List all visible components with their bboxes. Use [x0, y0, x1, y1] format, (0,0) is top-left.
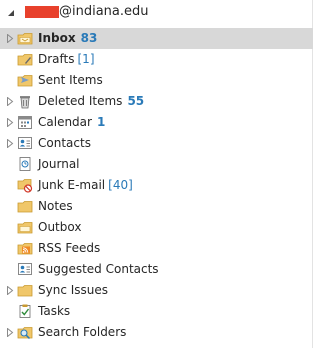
- calendar-icon: [18, 116, 32, 129]
- folder-label: Calendar 1: [38, 115, 106, 129]
- folder-contacts[interactable]: Contacts: [0, 133, 313, 154]
- expand-arrow-icon[interactable]: [6, 328, 14, 337]
- folder-tasks[interactable]: Tasks: [0, 301, 313, 322]
- account-header[interactable]: @indiana.edu: [0, 0, 313, 24]
- drafts-folder-icon: [17, 54, 33, 66]
- folder-label: Suggested Contacts: [38, 262, 159, 276]
- tasks-icon: [19, 304, 31, 318]
- expand-arrow-icon[interactable]: [6, 139, 14, 148]
- folder-label: Junk E-mail [40]: [38, 178, 133, 192]
- folder-suggested-contacts[interactable]: Suggested Contacts: [0, 259, 313, 280]
- inbox-folder-icon: [17, 33, 33, 45]
- folder-inbox[interactable]: Inbox 83: [0, 28, 313, 49]
- folder-search-folders[interactable]: Search Folders: [0, 322, 313, 343]
- junk-email-icon: [17, 179, 33, 193]
- folder-label: Outbox: [38, 220, 82, 234]
- folder-label: Tasks: [38, 304, 71, 318]
- unread-count: 83: [80, 31, 98, 45]
- redacted-username: [25, 6, 59, 18]
- expand-arrow-icon[interactable]: [6, 118, 14, 127]
- folder-label: Deleted Items 55: [38, 94, 145, 108]
- collapse-caret-icon[interactable]: [7, 9, 15, 17]
- folder-label: Search Folders: [38, 325, 127, 339]
- journal-icon: [19, 157, 31, 171]
- folder-deleted-items[interactable]: Deleted Items 55: [0, 91, 313, 112]
- folder-notes[interactable]: Notes: [0, 196, 313, 217]
- item-count: [40]: [108, 178, 133, 192]
- folder-label: Sent Items: [38, 73, 103, 87]
- rss-icon: [17, 243, 33, 255]
- folder-sent-items[interactable]: Sent Items: [0, 70, 313, 91]
- expand-arrow-icon[interactable]: [6, 34, 14, 43]
- item-count: [1]: [77, 52, 95, 66]
- account-email: @indiana.edu: [59, 4, 149, 19]
- sent-folder-icon: [17, 75, 33, 87]
- folder-journal[interactable]: Journal: [0, 154, 313, 175]
- folder-junk-email[interactable]: Junk E-mail [40]: [0, 175, 313, 196]
- folder-icon: [17, 285, 33, 297]
- expand-arrow-icon[interactable]: [6, 97, 14, 106]
- folder-label: Drafts [1]: [38, 52, 95, 66]
- folder-label: RSS Feeds: [38, 241, 101, 255]
- contacts-icon: [18, 263, 32, 275]
- outbox-folder-icon: [17, 222, 33, 234]
- unread-count: 1: [96, 115, 106, 129]
- folder-pane: @indiana.edu Inbox 83 Drafts [1] Sent Item…: [0, 0, 313, 348]
- expand-arrow-icon[interactable]: [6, 286, 14, 295]
- trash-icon: [20, 96, 30, 109]
- folder-label: Sync Issues: [38, 283, 109, 297]
- notes-icon: [17, 201, 33, 213]
- folder-sync-issues[interactable]: Sync Issues: [0, 280, 313, 301]
- folder-rss-feeds[interactable]: RSS Feeds: [0, 238, 313, 259]
- folder-calendar[interactable]: Calendar 1: [0, 112, 313, 133]
- folder-label: Contacts: [38, 136, 91, 150]
- contacts-icon: [18, 137, 32, 149]
- folder-drafts[interactable]: Drafts [1]: [0, 49, 313, 70]
- folder-outbox[interactable]: Outbox: [0, 217, 313, 238]
- folder-label: Journal: [38, 157, 80, 171]
- folder-label: Notes: [38, 199, 73, 213]
- search-folder-icon: [17, 327, 33, 340]
- folder-label: Inbox 83: [38, 31, 98, 45]
- unread-count: 55: [127, 94, 145, 108]
